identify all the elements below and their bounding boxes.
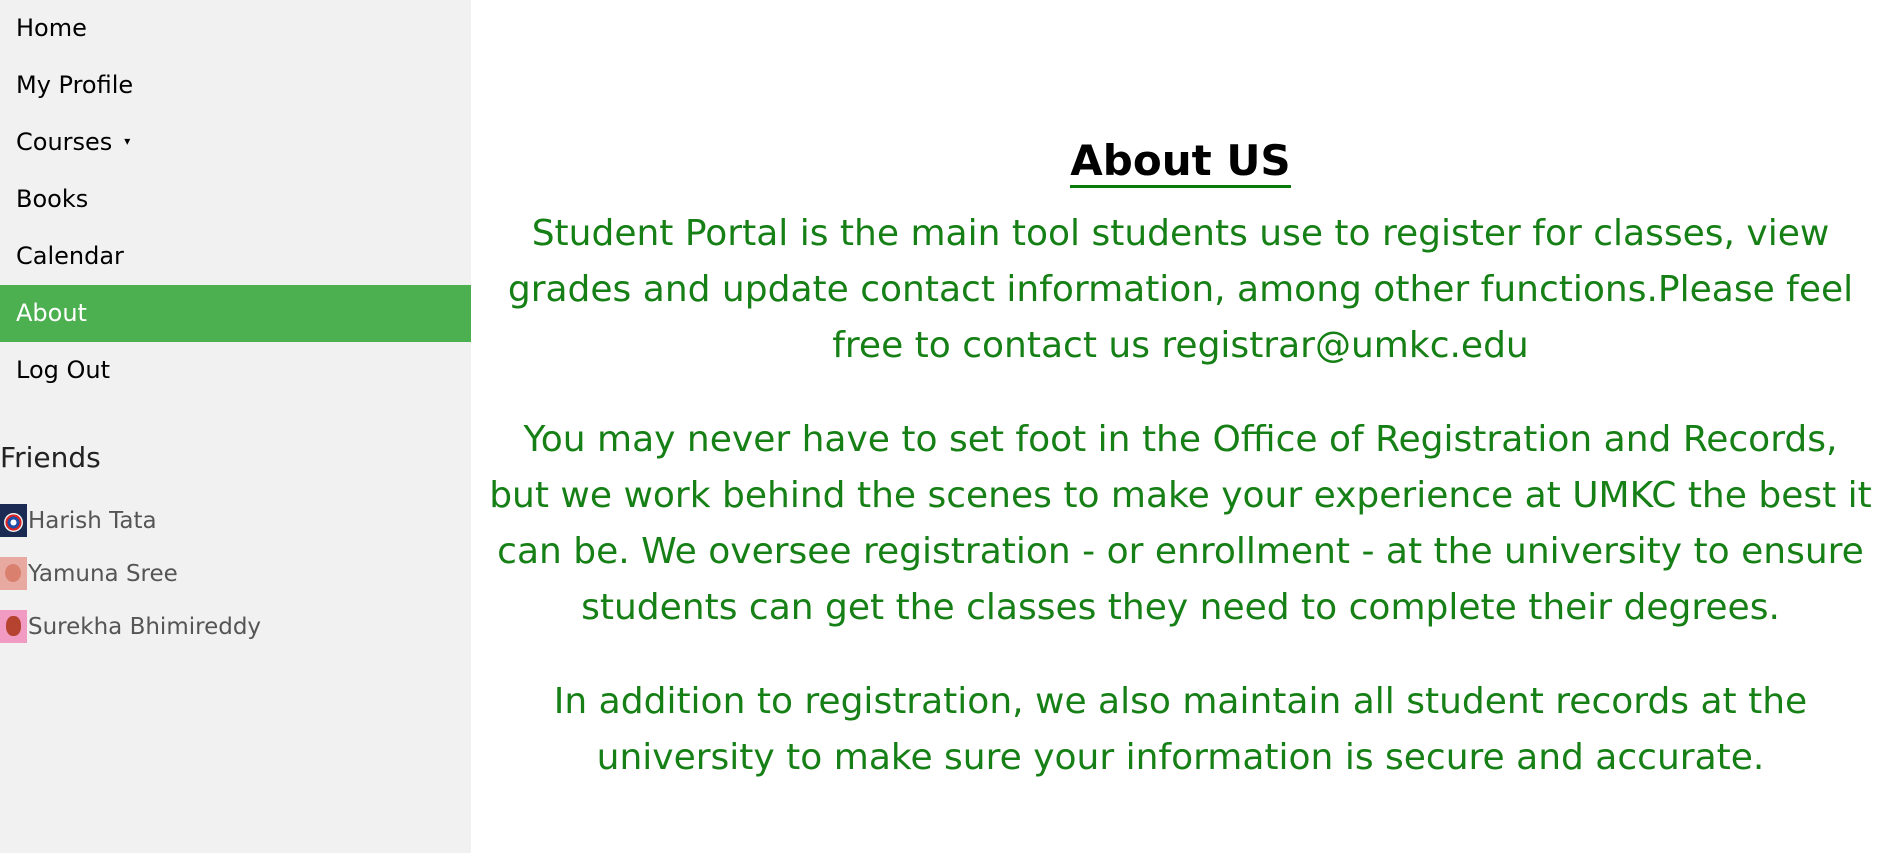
about-text: Student Portal is the main tool students… [489, 206, 1872, 824]
nav-item-label: Home [16, 14, 87, 42]
about-paragraph: Student Portal is the main tool students… [507, 213, 1854, 366]
caret-down-icon: ▾ [124, 133, 131, 148]
friends-list: Harish Tata Yamuna Sree Surekha Bhimired… [0, 494, 261, 653]
sidebar: Home My Profile Courses ▾ Books Calendar … [0, 0, 471, 853]
nav-item-my-profile[interactable]: My Profile [0, 57, 471, 114]
nav-item-label: Log Out [16, 356, 111, 384]
friend-name: Surekha Bhimireddy [28, 613, 262, 640]
sidebar-nav: Home My Profile Courses ▾ Books Calendar … [0, 0, 471, 399]
flower-avatar-icon [0, 557, 27, 590]
teddy-bear-avatar-icon [0, 610, 27, 643]
friend-name: Yamuna Sree [28, 560, 178, 587]
nav-item-label: Calendar [16, 242, 124, 270]
nav-item-calendar[interactable]: Calendar [0, 228, 471, 285]
main-content: About US Student Portal is the main tool… [471, 0, 1890, 853]
friend-item[interactable]: Yamuna Sree [0, 547, 261, 600]
nav-item-label: Courses [16, 128, 113, 156]
about-paragraph: In addition to registration, we also mai… [553, 681, 1808, 778]
nav-item-courses[interactable]: Courses ▾ [0, 114, 471, 171]
nav-item-home[interactable]: Home [0, 0, 471, 57]
captain-america-avatar-icon [0, 504, 27, 537]
page-title-text: About US [1070, 136, 1291, 188]
nav-item-label: About [16, 299, 87, 327]
nav-item-about[interactable]: About [0, 285, 471, 342]
friend-item[interactable]: Surekha Bhimireddy [0, 600, 261, 653]
about-paragraph: You may never have to set foot in the Of… [489, 419, 1872, 628]
friend-item[interactable]: Harish Tata [0, 494, 261, 547]
page-title: About US [471, 134, 1890, 188]
friends-heading: Friends [0, 441, 101, 474]
friend-name: Harish Tata [28, 507, 157, 534]
nav-item-log-out[interactable]: Log Out [0, 342, 471, 399]
nav-item-books[interactable]: Books [0, 171, 471, 228]
nav-item-label: Books [16, 185, 89, 213]
nav-item-label: My Profile [16, 71, 134, 99]
